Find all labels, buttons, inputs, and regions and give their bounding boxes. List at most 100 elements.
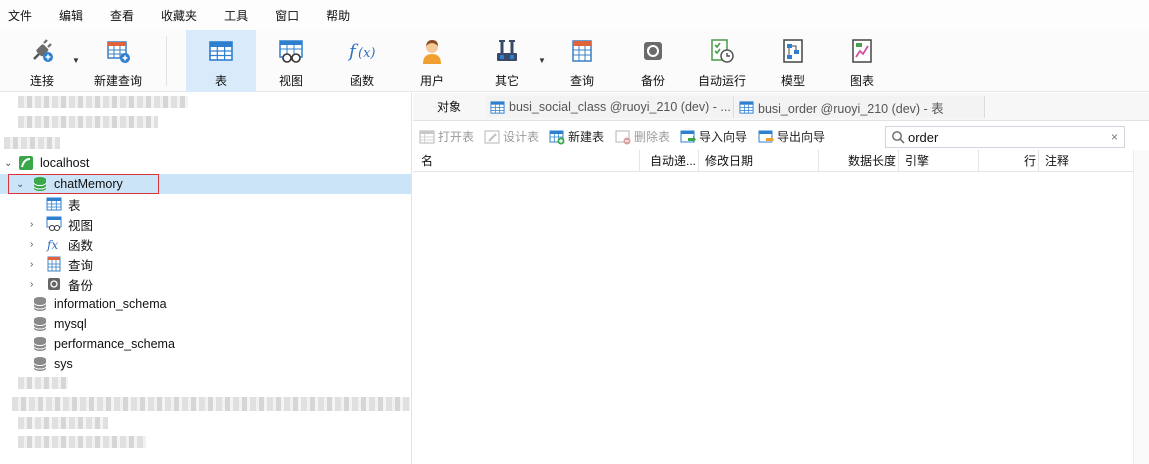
connect-dropdown-icon[interactable]: ▼ (72, 56, 80, 65)
menu-view[interactable]: 查看 (108, 0, 147, 32)
new-table-button[interactable]: 新建表 (549, 128, 604, 145)
search-icon (892, 131, 905, 144)
table-label: 表 (214, 74, 227, 88)
other-label: 其它 (494, 74, 519, 88)
new-query-label: 新建查询 (93, 74, 142, 88)
blurred-connection (18, 417, 108, 429)
column-rows[interactable]: 行 (979, 150, 1039, 172)
chart-icon (847, 36, 877, 66)
backup-button[interactable]: 备份 (624, 30, 682, 92)
export-wizard-label: 导出向导 (777, 130, 826, 144)
backup-icon (48, 278, 60, 290)
function-icon: fx (46, 238, 58, 252)
tree-item-functions[interactable]: › fx 函数 (0, 234, 411, 254)
svg-text:(x): (x) (358, 46, 375, 61)
tab-objects[interactable]: 对象 (423, 93, 475, 121)
menu-help[interactable]: 帮助 (324, 0, 363, 32)
tab-busi-social-class[interactable]: busi_social_class @ruoyi_210 (dev) - ... (486, 96, 734, 118)
chevron-right-icon[interactable]: › (30, 219, 33, 230)
table-button[interactable]: 表 (186, 30, 256, 92)
function-button[interactable]: f (x) 函数 (333, 30, 391, 92)
column-auto-increment[interactable]: 自动递... (640, 150, 699, 172)
blurred-connection (12, 397, 410, 411)
column-data-length[interactable]: 数据长度 (819, 150, 899, 172)
function-icon: f (x) (347, 36, 377, 66)
tab-label: busi_order @ruoyi_210 (dev) - 表 (758, 101, 944, 116)
connect-button[interactable]: 连接 (20, 30, 64, 92)
open-table-button[interactable]: 打开表 (419, 128, 474, 145)
menu-edit[interactable]: 编辑 (57, 0, 96, 32)
tree-label-mysql: mysql (54, 317, 87, 331)
delete-table-icon (615, 130, 631, 144)
highlight-box (8, 174, 159, 194)
tree-item-sys[interactable]: sys (0, 354, 411, 374)
table-icon (739, 100, 754, 114)
chevron-right-icon[interactable]: › (30, 279, 33, 290)
tree-item-localhost[interactable]: ⌄ localhost (0, 153, 411, 173)
tab-label: busi_social_class @ruoyi_210 (dev) - ... (509, 100, 731, 114)
database-icon (33, 317, 47, 331)
database-icon (33, 297, 47, 311)
tree-item-tables[interactable]: 表 (0, 194, 411, 214)
chart-button[interactable]: 图表 (833, 30, 891, 92)
tree-label-views: 视图 (68, 218, 94, 233)
tree-item-queries[interactable]: › 查询 (0, 254, 411, 274)
model-label: 模型 (780, 74, 805, 88)
blurred-connection (18, 377, 68, 389)
blurred-connection (4, 137, 60, 149)
view-icon (276, 36, 306, 66)
toolbar-separator (166, 36, 167, 86)
other-dropdown-icon[interactable]: ▼ (538, 56, 546, 65)
design-table-button[interactable]: 设计表 (484, 128, 539, 145)
column-modified-date[interactable]: 修改日期 (699, 150, 819, 172)
menu-tools[interactable]: 工具 (222, 0, 261, 32)
tab-busi-order[interactable]: busi_order @ruoyi_210 (dev) - 表 (735, 96, 985, 118)
user-button[interactable]: 用户 (403, 30, 461, 92)
other-button[interactable]: 其它 (478, 30, 536, 92)
tree-label-queries: 查询 (68, 258, 94, 273)
export-wizard-button[interactable]: 导出向导 (758, 128, 825, 145)
vertical-scrollbar[interactable] (1133, 150, 1149, 464)
main-toolbar: 连接 ▼ 新建查询 表 视图 f (x) 函数 用户 其它 ▼ 查询 备份 自动… (0, 30, 1149, 92)
column-name[interactable]: 名 (413, 150, 640, 172)
object-list[interactable] (413, 173, 1133, 464)
chevron-right-icon[interactable]: › (30, 239, 33, 250)
chevron-down-icon[interactable]: ⌄ (4, 158, 12, 169)
query-button[interactable]: 查询 (553, 30, 611, 92)
chevron-right-icon[interactable]: › (30, 259, 33, 270)
autorun-button[interactable]: 自动运行 (692, 30, 752, 92)
tree-item-backups[interactable]: › 备份 (0, 274, 411, 294)
delete-table-button[interactable]: 删除表 (615, 128, 670, 145)
user-icon (417, 36, 447, 66)
tree-item-views[interactable]: › 视图 (0, 214, 411, 234)
autorun-icon (707, 36, 737, 66)
menu-favorites[interactable]: 收藏夹 (159, 0, 210, 32)
view-icon (46, 216, 62, 231)
chart-label: 图表 (849, 74, 874, 88)
delete-table-label: 删除表 (634, 130, 671, 144)
menu-window[interactable]: 窗口 (273, 0, 312, 32)
view-label: 视图 (278, 74, 303, 88)
menu-file[interactable]: 文件 (6, 0, 45, 32)
query-label: 查询 (569, 74, 594, 88)
new-query-button[interactable]: 新建查询 (88, 30, 148, 92)
object-search-input[interactable]: order × (885, 126, 1125, 148)
view-button[interactable]: 视图 (262, 30, 320, 92)
tree-label-sys: sys (54, 357, 73, 371)
svg-text:fx: fx (46, 238, 58, 252)
backup-label: 备份 (640, 74, 665, 88)
connection-tree[interactable]: ⌄ localhost ⌄ chatMemory 表 › 视图 › fx 函数 … (0, 93, 412, 464)
model-icon (778, 36, 808, 66)
tree-item-information-schema[interactable]: information_schema (0, 294, 411, 314)
column-engine[interactable]: 引擎 (899, 150, 979, 172)
clear-search-icon[interactable]: × (1111, 130, 1118, 144)
tree-item-mysql[interactable]: mysql (0, 314, 411, 334)
open-table-icon (419, 130, 435, 143)
blurred-connection (18, 96, 188, 108)
model-button[interactable]: 模型 (764, 30, 822, 92)
import-wizard-button[interactable]: 导入向导 (680, 128, 747, 145)
mysql-connection-icon (19, 156, 33, 170)
tree-item-performance-schema[interactable]: performance_schema (0, 334, 411, 354)
column-comment[interactable]: 注释 (1039, 150, 1133, 172)
tree-label-backups: 备份 (68, 278, 94, 293)
